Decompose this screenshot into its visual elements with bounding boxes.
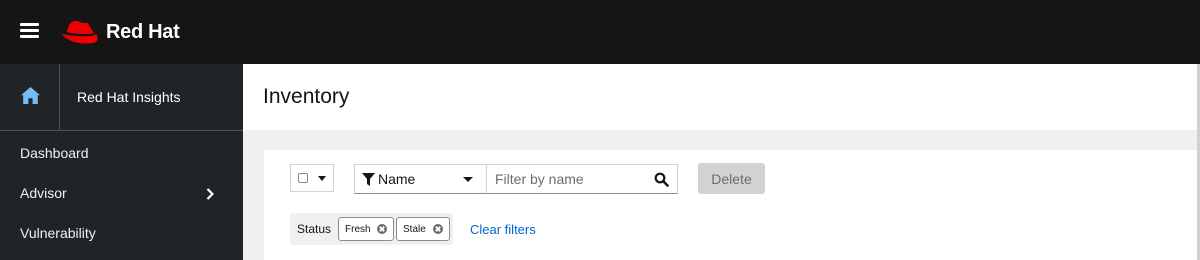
home-button[interactable]: [0, 64, 60, 130]
sidebar-item-label: Advisor: [20, 185, 67, 201]
attribute-filter-label: Name: [378, 171, 416, 187]
chip-label: Fresh: [345, 224, 371, 235]
app-title: Red Hat Insights: [77, 89, 181, 105]
search-input[interactable]: [487, 165, 647, 193]
filter-chip-fresh: Fresh: [338, 217, 394, 241]
search-field: [486, 164, 678, 194]
chevron-right-icon: [206, 188, 214, 200]
close-icon[interactable]: [433, 224, 443, 234]
chip-label: Stale: [403, 224, 426, 235]
sidebar-item-label: Dashboard: [20, 145, 89, 161]
attribute-filter-dropdown[interactable]: Name: [354, 164, 487, 194]
hamburger-icon[interactable]: [20, 22, 40, 40]
chip-group-category: Status: [297, 222, 332, 236]
home-icon: [21, 87, 40, 104]
page-title: Inventory: [263, 85, 350, 108]
sidebar-item-vulnerability[interactable]: Vulnerability: [0, 214, 243, 254]
delete-button[interactable]: Delete: [698, 163, 765, 194]
masthead: Red Hat: [0, 0, 1200, 64]
sidebar-item-advisor[interactable]: Advisor: [0, 174, 243, 214]
sidebar-item-dashboard[interactable]: Dashboard: [0, 134, 243, 174]
close-icon[interactable]: [377, 224, 387, 234]
sidebar: Red Hat Insights Dashboard Advisor Vulne…: [0, 64, 243, 260]
caret-down-icon: [463, 177, 473, 182]
redhat-logo-icon: [62, 21, 98, 44]
filter-icon: [362, 173, 375, 186]
filter-chip-group: Status Fresh Stale: [290, 213, 453, 245]
page-header: Inventory: [243, 64, 1200, 130]
search-icon[interactable]: [654, 172, 669, 187]
filter-chip-stale: Stale: [396, 217, 450, 241]
brand-logo[interactable]: Red Hat: [60, 16, 180, 48]
sidebar-header: Red Hat Insights: [0, 64, 243, 131]
select-all-checkbox[interactable]: [298, 173, 308, 183]
clear-filters-link[interactable]: Clear filters: [470, 222, 536, 237]
bulk-select-dropdown[interactable]: [290, 164, 334, 192]
brand-name: Red Hat: [106, 20, 180, 43]
sidebar-item-label: Vulnerability: [20, 225, 96, 241]
caret-down-icon: [318, 176, 326, 181]
